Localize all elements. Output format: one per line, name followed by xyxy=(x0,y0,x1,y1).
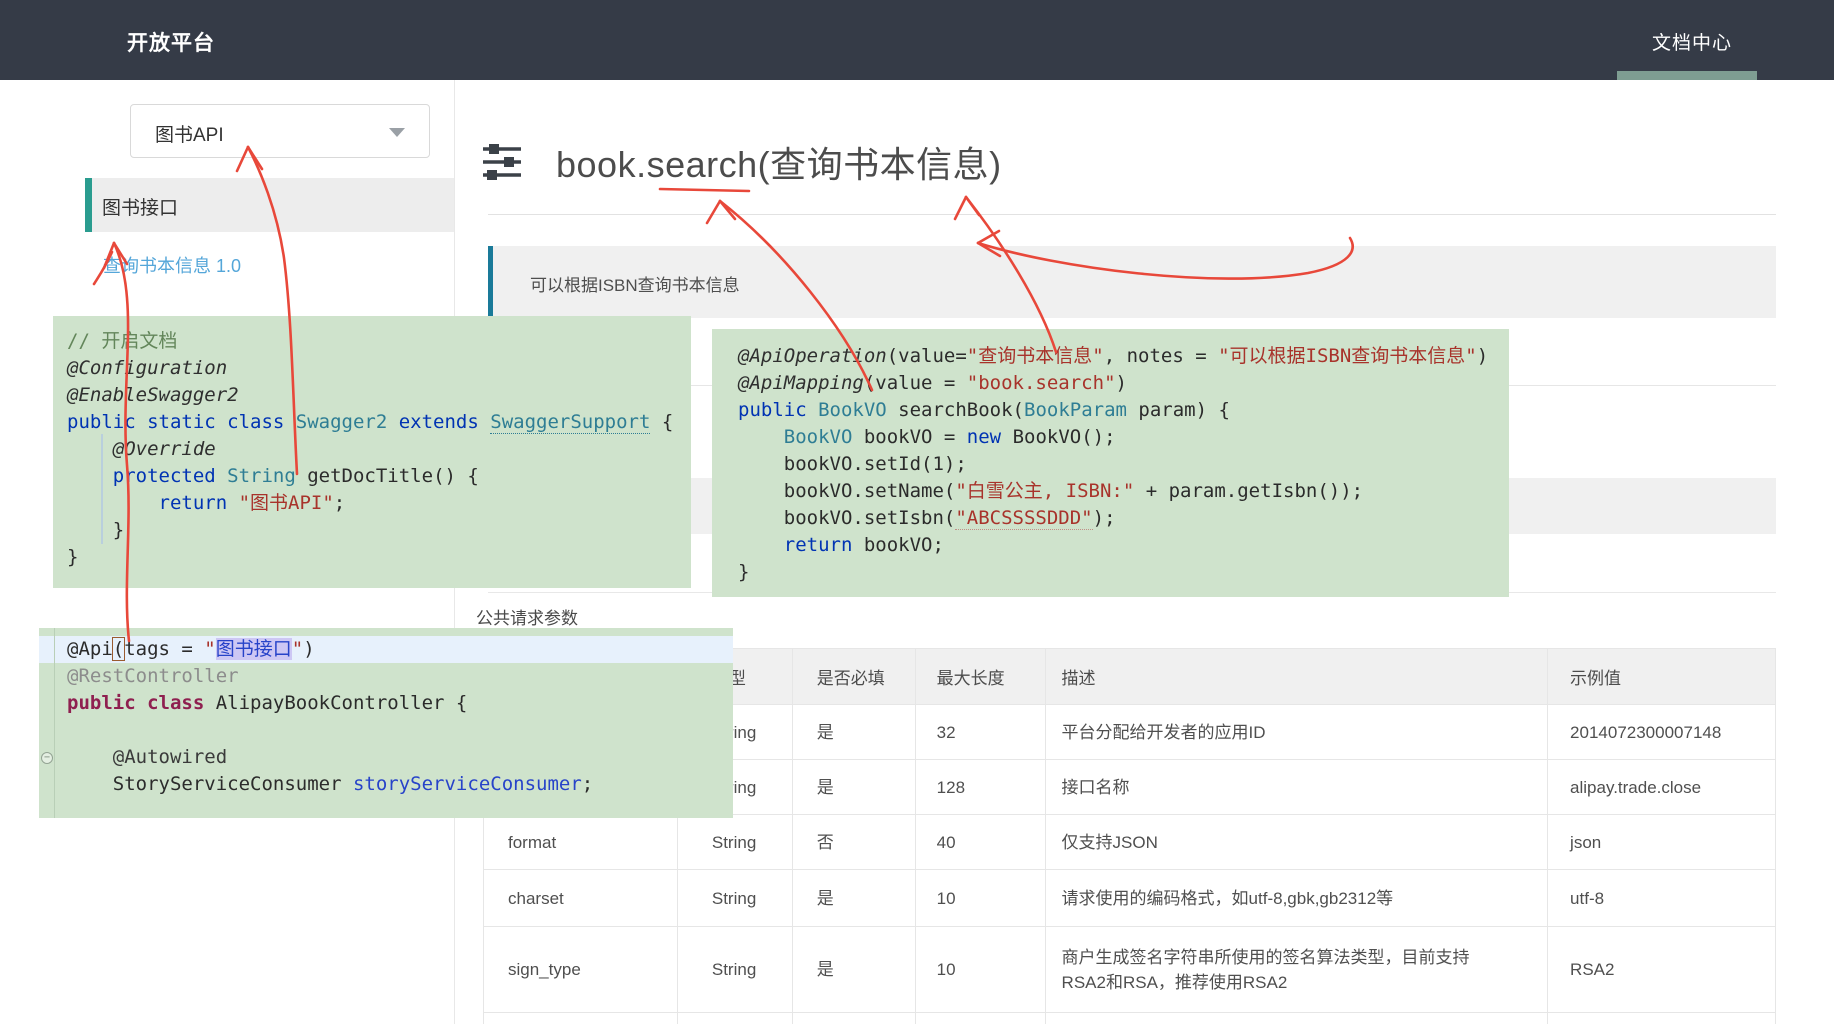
code-line: } xyxy=(712,559,1509,586)
sidebar-item-label: 图书接口 xyxy=(102,193,178,220)
table-cell-type: String xyxy=(677,870,792,927)
chevron-down-icon xyxy=(389,128,405,137)
table-header-cell: 是否必填 xyxy=(792,649,915,705)
summary-box: 可以根据ISBN查询书本信息 xyxy=(488,246,1776,318)
table-row-partial xyxy=(484,1013,1776,1024)
code-line: } xyxy=(53,544,691,571)
page: 开放平台 文档中心 图书API 图书接口 查询书本信息 1.0 book.sea… xyxy=(0,0,1834,1024)
table-cell-description: 平台分配给开发者的应用ID xyxy=(1045,705,1548,760)
code-line: // 开启文档 xyxy=(53,328,691,355)
code-line: public BookVO searchBook(BookParam param… xyxy=(712,397,1509,424)
table-cell-description: 请求使用的编码格式，如utf-8,gbk,gb2312等 xyxy=(1045,870,1548,927)
fold-icon[interactable]: − xyxy=(41,752,53,764)
sidebar-item-book-api-group[interactable]: 图书接口 xyxy=(85,178,454,232)
sidebar-link-search-doc[interactable]: 查询书本信息 1.0 xyxy=(103,252,241,278)
code-line: bookVO.setName("白雪公主, ISBN:" + param.get… xyxy=(712,478,1509,505)
table-cell-param: format xyxy=(484,815,678,870)
code-line: public class AlipayBookController { xyxy=(39,690,733,717)
table-cell-example: 2014072300007148 xyxy=(1548,705,1776,760)
summary-accent-bar xyxy=(488,246,493,318)
section-heading-common-params: 公共请求参数 xyxy=(476,604,578,629)
code-line: } xyxy=(53,517,691,544)
table-cell-max_length: 128 xyxy=(915,760,1045,815)
table-cell-empty xyxy=(1548,1013,1776,1024)
table-cell-empty xyxy=(792,1013,915,1024)
brand-title: 开放平台 xyxy=(127,27,215,57)
table-cell-type: String xyxy=(677,815,792,870)
table-cell-description: 接口名称 xyxy=(1045,760,1548,815)
title-divider xyxy=(488,214,1776,215)
code-line: bookVO.setId(1); xyxy=(712,451,1509,478)
table-header-cell: 最大长度 xyxy=(915,649,1045,705)
code-line: public static class Swagger2 extends Swa… xyxy=(53,409,691,436)
table-cell-param: charset xyxy=(484,870,678,927)
sliders-icon xyxy=(481,141,523,183)
table-cell-empty xyxy=(1045,1013,1548,1024)
nav-doc-center[interactable]: 文档中心 xyxy=(1652,28,1732,55)
table-cell-empty xyxy=(915,1013,1045,1024)
table-cell-empty xyxy=(484,1013,678,1024)
table-cell-required: 是 xyxy=(792,927,915,1013)
table-cell-required: 否 xyxy=(792,815,915,870)
page-title: book.search(查询书本信息) xyxy=(556,136,1002,188)
code-line: @Autowired xyxy=(39,744,733,771)
table-cell-type: String xyxy=(677,927,792,1013)
active-tab-indicator xyxy=(1617,71,1757,80)
table-cell-required: 是 xyxy=(792,705,915,760)
code-line: @ApiOperation(value="查询书本信息", notes = "可… xyxy=(712,343,1509,370)
table-cell-empty xyxy=(677,1013,792,1024)
table-cell-example: RSA2 xyxy=(1548,927,1776,1013)
api-select-value: 图书API xyxy=(155,120,224,147)
code-line: return "图书API"; xyxy=(53,490,691,517)
table-row: formatString否40仅支持JSONjson xyxy=(484,815,1776,870)
table-cell-param: sign_type xyxy=(484,927,678,1013)
table-cell-description: 仅支持JSON xyxy=(1045,815,1548,870)
summary-text: 可以根据ISBN查询书本信息 xyxy=(530,271,740,296)
api-select-dropdown[interactable]: 图书API xyxy=(130,104,430,158)
top-navbar: 开放平台 文档中心 xyxy=(0,0,1834,80)
code-overlay-controller: − @Api(tags = "图书接口")@RestControllerpubl… xyxy=(39,628,733,818)
table-header-cell: 描述 xyxy=(1045,649,1548,705)
indent-guide xyxy=(101,434,103,544)
code-overlay-swagger-config: // 开启文档@Configuration@EnableSwagger2publ… xyxy=(53,316,691,588)
table-cell-max_length: 10 xyxy=(915,927,1045,1013)
active-item-bar xyxy=(85,178,92,232)
table-cell-example: json xyxy=(1548,815,1776,870)
table-cell-required: 是 xyxy=(792,870,915,927)
code-line: StoryServiceConsumer storyServiceConsume… xyxy=(39,771,733,798)
annotation-underline-title xyxy=(660,189,749,191)
code-line: return bookVO; xyxy=(712,532,1509,559)
code-line: protected String getDocTitle() { xyxy=(53,463,691,490)
table-cell-description: 商户生成签名字符串所使用的签名算法类型，目前支持RSA2和RSA，推荐使用RSA… xyxy=(1045,927,1548,1013)
code-line: @Api(tags = "图书接口") xyxy=(39,636,733,663)
code-line: bookVO.setIsbn("ABCSSSSDDD"); xyxy=(712,505,1509,532)
table-row: charsetString是10请求使用的编码格式，如utf-8,gbk,gb2… xyxy=(484,870,1776,927)
table-cell-max_length: 32 xyxy=(915,705,1045,760)
table-cell-required: 是 xyxy=(792,760,915,815)
code-overlay-search-method: @ApiOperation(value="查询书本信息", notes = "可… xyxy=(712,329,1509,597)
table-cell-example: utf-8 xyxy=(1548,870,1776,927)
code-line: @Override xyxy=(53,436,691,463)
code-line: @EnableSwagger2 xyxy=(53,382,691,409)
table-header-cell: 示例值 xyxy=(1548,649,1776,705)
table-row: sign_typeString是10商户生成签名字符串所使用的签名算法类型，目前… xyxy=(484,927,1776,1013)
editor-gutter: − xyxy=(39,628,55,818)
table-cell-max_length: 40 xyxy=(915,815,1045,870)
code-line: @ApiMapping(value = "book.search") xyxy=(712,370,1509,397)
table-cell-example: alipay.trade.close xyxy=(1548,760,1776,815)
code-line: @RestController xyxy=(39,663,733,690)
code-line: @Configuration xyxy=(53,355,691,382)
code-line xyxy=(39,717,733,744)
code-line: BookVO bookVO = new BookVO(); xyxy=(712,424,1509,451)
table-cell-max_length: 10 xyxy=(915,870,1045,927)
